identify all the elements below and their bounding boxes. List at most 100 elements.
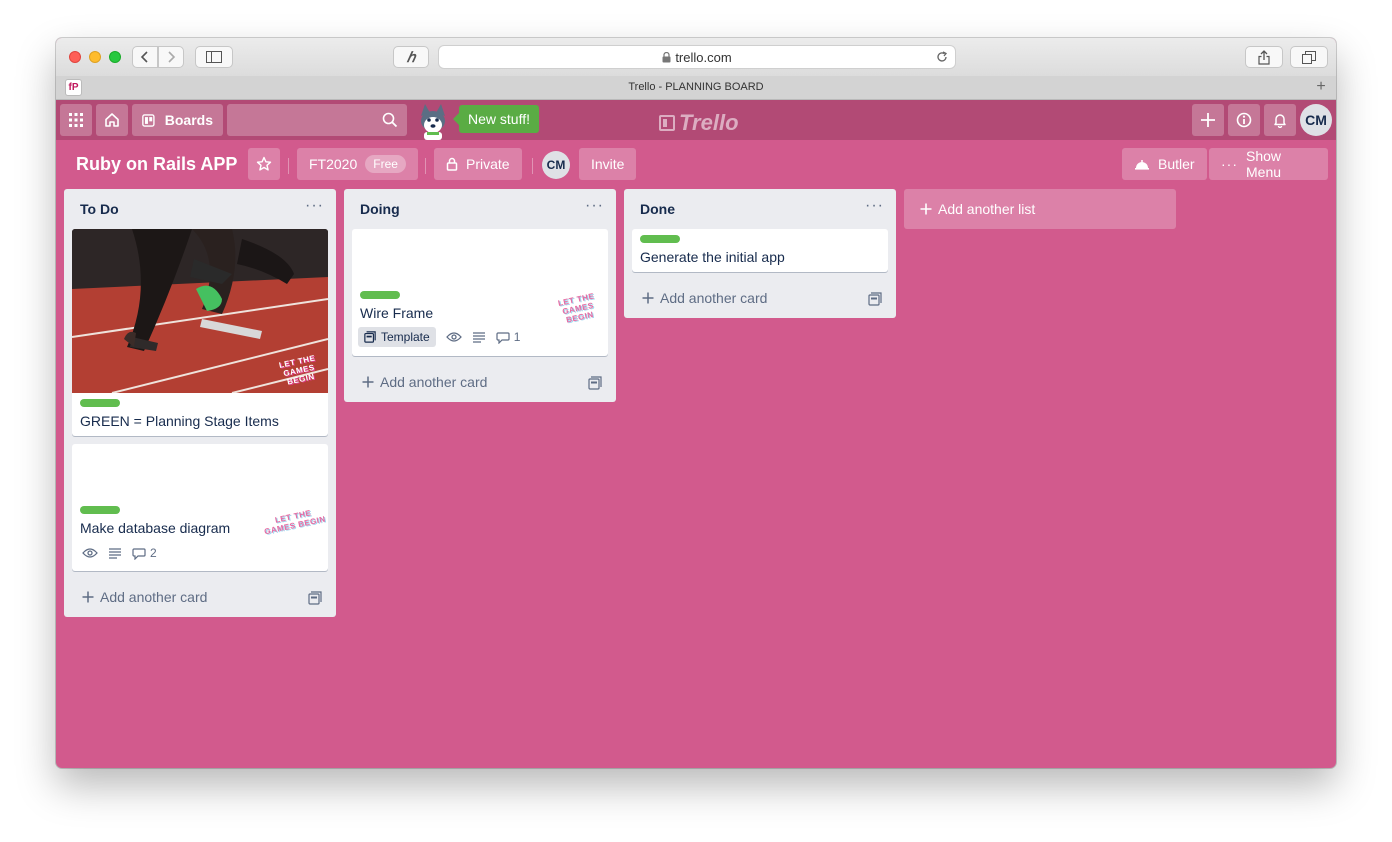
- star-board-button[interactable]: [248, 148, 280, 180]
- sticker-let-the-games-begin: LET THE GAMES BEGIN: [557, 291, 596, 325]
- show-menu-button[interactable]: ··· Show Menu: [1209, 148, 1328, 180]
- add-card-composer[interactable]: Add another card: [642, 290, 767, 306]
- comment-icon: [496, 331, 510, 344]
- trello-logo-text: Trello: [679, 110, 739, 135]
- card-label-green[interactable]: [360, 291, 400, 299]
- add-card-label: Add another card: [380, 374, 488, 390]
- list-done[interactable]: Done ··· Generate the initial app Add an…: [624, 189, 896, 318]
- extension-button[interactable]: ℎ: [393, 46, 429, 68]
- chevron-left-icon: [140, 51, 148, 63]
- share-icon: [1258, 49, 1270, 65]
- bell-icon: [1274, 114, 1286, 128]
- list-menu-icon[interactable]: ···: [585, 197, 604, 215]
- description-icon: [109, 548, 121, 559]
- trello-logo-icon: [659, 115, 675, 131]
- search-input[interactable]: [227, 104, 407, 136]
- list-to-do[interactable]: To Do ··· LET THE GAMES BEGIN GREEN = Pl…: [64, 189, 336, 617]
- sidebar-toggle-button[interactable]: [195, 46, 233, 68]
- list-title[interactable]: To Do: [80, 201, 119, 217]
- team-button[interactable]: FT2020 Free: [297, 148, 418, 180]
- apps-button[interactable]: [60, 104, 92, 136]
- tab-title[interactable]: Trello - PLANNING BOARD: [56, 81, 1336, 93]
- invite-button[interactable]: Invite: [579, 148, 637, 180]
- plus-icon: [642, 292, 654, 304]
- create-from-template-icon[interactable]: [588, 376, 602, 390]
- comment-icon: [132, 547, 146, 560]
- info-button[interactable]: [1228, 104, 1260, 136]
- card-title: Wire Frame: [360, 305, 434, 321]
- list-menu-icon[interactable]: ···: [865, 197, 884, 215]
- card-label-green[interactable]: [80, 399, 120, 407]
- list-title[interactable]: Done: [640, 201, 675, 217]
- add-card-button[interactable]: Add another card: [344, 364, 616, 402]
- separator: [288, 158, 289, 174]
- sidebar-icon: [206, 51, 222, 63]
- address-bar[interactable]: trello.com: [438, 45, 956, 69]
- card-badges: Template 1: [358, 327, 520, 347]
- share-button[interactable]: [1245, 46, 1283, 68]
- card-title: Make database diagram: [80, 520, 231, 536]
- trello-header: Boards New stuff! Trello CM: [56, 100, 1336, 140]
- list-doing[interactable]: Doing ··· Wire Frame LET THE GAMES BEGIN…: [344, 189, 616, 402]
- show-menu-label: Show Menu: [1246, 148, 1282, 180]
- forward-button[interactable]: [158, 46, 184, 68]
- avatar-initials: CM: [1305, 112, 1327, 128]
- butler-button[interactable]: Butler: [1122, 148, 1207, 180]
- add-card-button[interactable]: Add another card: [64, 579, 336, 617]
- template-label: Template: [381, 330, 430, 344]
- list-menu-icon[interactable]: ···: [305, 197, 324, 215]
- minimize-window-button[interactable]: [89, 51, 101, 63]
- honey-extension-icon: ℎ: [406, 48, 416, 65]
- new-stuff-label: New stuff!: [468, 111, 530, 127]
- card-green-planning[interactable]: LET THE GAMES BEGIN GREEN = Planning Sta…: [72, 229, 328, 436]
- visibility-label: Private: [466, 156, 510, 172]
- back-button[interactable]: [132, 46, 158, 68]
- comment-count: 2: [150, 546, 157, 560]
- card-generate-app[interactable]: Generate the initial app: [632, 229, 888, 272]
- add-card-composer[interactable]: Add another card: [82, 589, 207, 605]
- sticker-let-the-games-begin: LET THE GAMES BEGIN: [263, 508, 327, 537]
- user-avatar[interactable]: CM: [1300, 104, 1332, 136]
- card-label-green[interactable]: [80, 506, 120, 514]
- card-database-diagram[interactable]: Make database diagram LET THE GAMES BEGI…: [72, 444, 328, 571]
- butler-label: Butler: [1158, 156, 1195, 172]
- notifications-button[interactable]: [1264, 104, 1296, 136]
- eye-icon: [82, 548, 98, 558]
- invite-label: Invite: [591, 156, 625, 172]
- close-window-button[interactable]: [69, 51, 81, 63]
- zoom-window-button[interactable]: [109, 51, 121, 63]
- browser-window: ℎ trello.com fP Trello - PLANNING BOARD …: [56, 38, 1336, 768]
- card-title: Generate the initial app: [640, 249, 785, 265]
- tabs-overview-button[interactable]: [1290, 46, 1328, 68]
- boards-button[interactable]: Boards: [132, 104, 223, 136]
- add-list-label: Add another list: [938, 201, 1036, 217]
- member-avatar[interactable]: CM: [542, 151, 570, 179]
- list-header: Done ···: [624, 189, 896, 229]
- list-title[interactable]: Doing: [360, 201, 400, 217]
- create-button[interactable]: [1192, 104, 1224, 136]
- home-button[interactable]: [96, 104, 128, 136]
- home-icon: [105, 113, 119, 127]
- add-card-button[interactable]: Add another card: [624, 280, 896, 318]
- taco-mascot-icon[interactable]: [415, 102, 451, 140]
- board-title[interactable]: Ruby on Rails APP: [76, 154, 237, 175]
- add-list-button[interactable]: Add another list: [904, 189, 1176, 229]
- card-label-green[interactable]: [640, 235, 680, 243]
- board-icon: [142, 113, 155, 127]
- visibility-button[interactable]: Private: [434, 148, 522, 180]
- list-header: To Do ···: [64, 189, 336, 229]
- trello-logo[interactable]: Trello: [659, 110, 739, 136]
- eye-icon: [445, 332, 462, 342]
- plus-icon: +: [1316, 78, 1326, 95]
- template-icon: [364, 331, 376, 343]
- member-initials: CM: [546, 158, 566, 172]
- comment-count: 1: [513, 330, 521, 344]
- add-card-composer[interactable]: Add another card: [362, 374, 487, 390]
- new-tab-button[interactable]: +: [1312, 78, 1330, 96]
- new-stuff-button[interactable]: New stuff!: [453, 105, 539, 133]
- reload-icon[interactable]: [936, 51, 948, 63]
- card-wire-frame[interactable]: Wire Frame LET THE GAMES BEGIN Template …: [352, 229, 608, 356]
- add-card-label: Add another card: [660, 290, 768, 306]
- create-from-template-icon[interactable]: [868, 292, 882, 306]
- create-from-template-icon[interactable]: [308, 591, 322, 605]
